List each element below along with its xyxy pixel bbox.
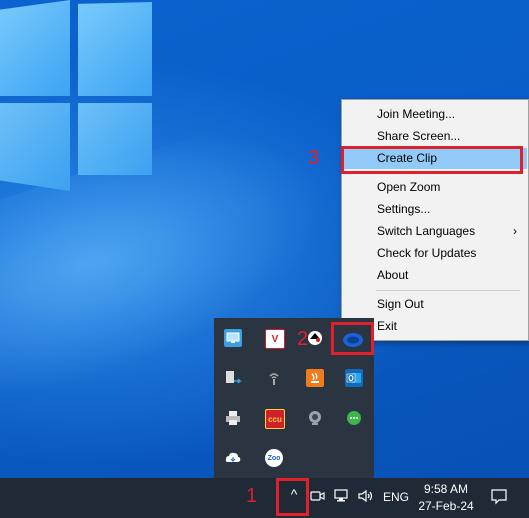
wireless-signal-icon[interactable]	[265, 369, 283, 387]
java-update-icon[interactable]	[306, 369, 324, 387]
device-transfer-icon[interactable]	[224, 369, 242, 387]
menu-item-label: Sign Out	[377, 297, 424, 311]
menu-item-sign-out[interactable]: Sign Out	[343, 294, 527, 315]
clock-time[interactable]: 9:58 AM	[410, 482, 482, 496]
ccu-app-icon[interactable]: ccu	[265, 409, 285, 429]
annotation-box-create-clip	[341, 146, 523, 174]
chevron-right-icon: ›	[513, 224, 517, 238]
menu-item-about[interactable]: About	[343, 265, 527, 286]
notification-center-icon[interactable]	[490, 487, 508, 510]
menu-item-label: Join Meeting...	[377, 107, 456, 121]
menu-item-label: Open Zoom	[377, 180, 441, 194]
menu-item-share-screen[interactable]: Share Screen...	[343, 126, 527, 147]
meet-now-icon[interactable]	[310, 488, 326, 509]
windows-logo-pane	[78, 103, 152, 175]
menu-item-label: Check for Updates	[377, 246, 477, 260]
zalo-app-label: Zoo	[267, 454, 281, 462]
outlook-icon[interactable]	[345, 369, 363, 387]
zalo-app-icon[interactable]: Zoo	[265, 449, 283, 467]
menu-item-join-meeting[interactable]: Join Meeting...	[343, 104, 527, 125]
menu-item-check-for-updates[interactable]: Check for Updates	[343, 243, 527, 264]
zoom-context-menu: Join Meeting... Share Screen... Create C…	[341, 99, 529, 341]
ccu-app-label: ccu	[268, 414, 282, 424]
webcam-icon[interactable]	[306, 409, 324, 427]
windows-logo-pane	[0, 0, 70, 96]
network-icon[interactable]	[334, 488, 350, 509]
network-monitor-icon[interactable]	[224, 329, 242, 347]
menu-item-label: About	[377, 268, 409, 282]
annotation-box-show-hidden	[276, 478, 309, 516]
bird-app-icon[interactable]	[306, 329, 324, 347]
v-app-icon[interactable]: V	[265, 329, 285, 349]
annotation-step-2: 2	[297, 328, 309, 350]
menu-item-switch-languages[interactable]: Switch Languages ›	[343, 221, 527, 242]
annotation-step-1: 1	[246, 485, 258, 507]
chat-icon[interactable]	[345, 409, 363, 427]
windows-logo-pane	[0, 103, 70, 191]
printer-icon[interactable]	[224, 409, 242, 427]
windows-logo-pane	[78, 2, 152, 96]
menu-item-settings[interactable]: Settings...	[343, 199, 527, 220]
cloud-sync-icon[interactable]	[224, 449, 242, 467]
language-indicator[interactable]: ENG	[383, 490, 409, 504]
annotation-box-zoom-icon	[331, 322, 374, 355]
menu-item-label: Exit	[377, 319, 398, 333]
v-app-label: V	[271, 333, 279, 345]
menu-item-label: Settings...	[377, 202, 431, 216]
menu-item-open-zoom[interactable]: Open Zoom	[343, 177, 527, 198]
annotation-step-3: 3	[308, 147, 320, 169]
menu-item-label: Switch Languages	[377, 224, 476, 238]
menu-separator	[376, 290, 520, 291]
clock-date[interactable]: 27-Feb-24	[410, 499, 482, 513]
volume-icon[interactable]	[357, 488, 375, 509]
menu-item-label: Share Screen...	[377, 129, 461, 143]
